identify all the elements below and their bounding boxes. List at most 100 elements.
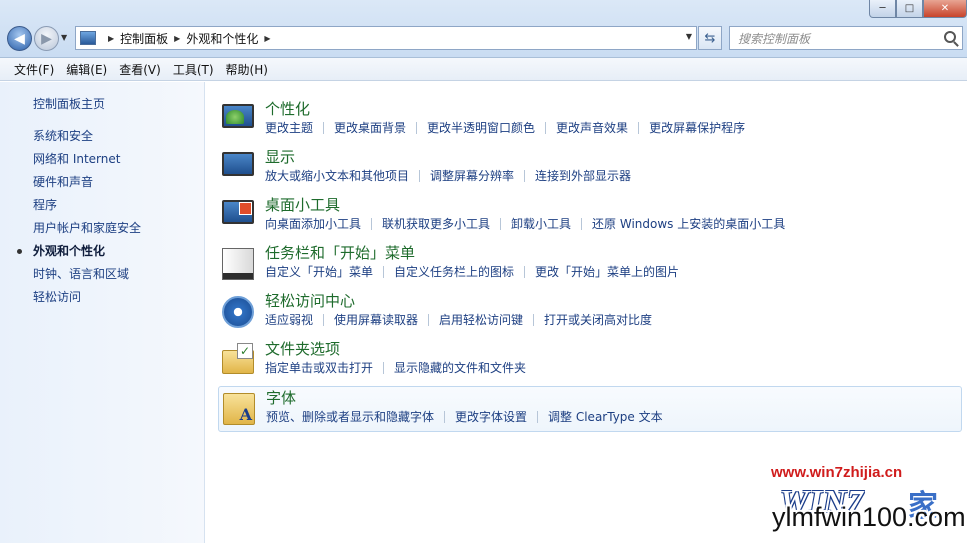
category-personalization: 个性化 更改主题 更改桌面背景 更改半透明窗口颜色 更改声音效果 更改屏幕保护程… [218, 98, 962, 144]
category-task-links: 放大或缩小文本和其他项目 调整屏幕分辨率 连接到外部显示器 [265, 167, 631, 184]
task-link[interactable]: 调整屏幕分辨率 [430, 167, 514, 184]
taskbar-start-menu-icon [222, 248, 254, 280]
task-link[interactable]: 更改半透明窗口颜色 [427, 119, 535, 136]
link-divider [371, 217, 373, 230]
link-divider [428, 313, 430, 326]
link-divider [383, 361, 385, 374]
breadcrumb-appearance[interactable]: 外观和个性化 [186, 30, 258, 47]
fonts-icon: A [223, 393, 255, 425]
search-icon[interactable] [944, 31, 956, 43]
checkmark-icon: ✓ [237, 343, 253, 359]
menu-bar: 文件(F) 编辑(E) 查看(V) 工具(T) 帮助(H) [0, 58, 967, 81]
link-divider [581, 217, 583, 230]
category-fonts[interactable]: A 字体 预览、删除或者显示和隐藏字体 更改字体设置 调整 ClearType … [218, 386, 962, 432]
category-title-link[interactable]: 个性化 [265, 98, 310, 119]
link-divider [533, 313, 535, 326]
control-panel-icon [80, 31, 96, 45]
refresh-icon: ⇆ [704, 30, 716, 46]
menu-file[interactable]: 文件(F) [14, 61, 54, 78]
task-link[interactable]: 卸载小工具 [511, 215, 571, 232]
task-link[interactable]: 指定单击或双击打开 [265, 359, 373, 376]
category-folder-options: ✓ 文件夹选项 指定单击或双击打开 显示隐藏的文件和文件夹 [218, 338, 962, 384]
category-task-links: 自定义「开始」菜单 自定义任务栏上的图标 更改「开始」菜单上的图片 [265, 263, 679, 280]
sidebar: 控制面板主页 系统和安全 网络和 Internet 硬件和声音 程序 用户帐户和… [0, 82, 205, 543]
link-divider [323, 313, 325, 326]
sidebar-category-list: 系统和安全 网络和 Internet 硬件和声音 程序 用户帐户和家庭安全 外观… [16, 128, 141, 312]
category-title-link[interactable]: 桌面小工具 [265, 194, 340, 215]
link-divider [524, 265, 526, 278]
task-link[interactable]: 更改桌面背景 [334, 119, 406, 136]
ease-of-access-icon [222, 296, 254, 328]
link-divider [537, 410, 539, 423]
sidebar-item-user-accounts[interactable]: 用户帐户和家庭安全 [33, 220, 141, 243]
link-divider [383, 265, 385, 278]
sidebar-item-hardware-sound[interactable]: 硬件和声音 [33, 174, 141, 197]
menu-view[interactable]: 查看(V) [119, 61, 161, 78]
search-input[interactable]: 搜索控制面板 [729, 26, 963, 50]
address-dropdown-icon[interactable]: ▼ [686, 32, 692, 41]
link-divider [323, 121, 325, 134]
sidebar-item-network[interactable]: 网络和 Internet [33, 151, 141, 174]
folder-options-icon: ✓ [222, 343, 254, 374]
sidebar-item-appearance[interactable]: 外观和个性化 [16, 243, 141, 266]
task-link[interactable]: 更改字体设置 [455, 408, 527, 425]
display-icon [222, 152, 254, 176]
task-link[interactable]: 预览、删除或者显示和隐藏字体 [266, 408, 434, 425]
back-button[interactable]: ◀ [7, 26, 32, 51]
sidebar-item-programs[interactable]: 程序 [33, 197, 141, 220]
category-display: 显示 放大或缩小文本和其他项目 调整屏幕分辨率 连接到外部显示器 [218, 146, 962, 192]
chevron-right-icon[interactable]: ▶ [174, 34, 180, 43]
refresh-button[interactable]: ⇆ [698, 26, 722, 50]
address-bar[interactable]: ▶ 控制面板 ▶ 外观和个性化 ▶ ▼ [75, 26, 697, 50]
task-link[interactable]: 打开或关闭高对比度 [544, 311, 652, 328]
sidebar-home-link[interactable]: 控制面板主页 [33, 95, 105, 112]
title-bar: ─ □ ✕ ◀ ▶ ▼ ▶ 控制面板 ▶ 外观和个性化 ▶ ▼ ⇆ 搜索控制面板 [0, 0, 967, 58]
task-link[interactable]: 使用屏幕读取器 [334, 311, 418, 328]
watermark-url: www.win7zhijia.cn [771, 464, 903, 481]
category-task-links: 指定单击或双击打开 显示隐藏的文件和文件夹 [265, 359, 526, 376]
menu-edit[interactable]: 编辑(E) [66, 61, 107, 78]
category-title-link[interactable]: 文件夹选项 [265, 338, 340, 359]
category-title-link[interactable]: 显示 [265, 146, 295, 167]
sidebar-item-system-security[interactable]: 系统和安全 [33, 128, 141, 151]
search-placeholder: 搜索控制面板 [738, 31, 811, 46]
arrow-left-icon: ◀ [14, 30, 25, 47]
task-link[interactable]: 放大或缩小文本和其他项目 [265, 167, 409, 184]
forward-button[interactable]: ▶ [34, 26, 59, 51]
category-title-link[interactable]: 任务栏和「开始」菜单 [265, 242, 415, 263]
menu-help[interactable]: 帮助(H) [226, 61, 268, 78]
task-link[interactable]: 适应弱视 [265, 311, 313, 328]
link-divider [419, 169, 421, 182]
chevron-right-icon[interactable]: ▶ [264, 34, 270, 43]
recent-pages-dropdown[interactable]: ▼ [61, 33, 67, 42]
task-link[interactable]: 更改主题 [265, 119, 313, 136]
task-link[interactable]: 启用轻松访问键 [439, 311, 523, 328]
link-divider [500, 217, 502, 230]
task-link[interactable]: 自定义任务栏上的图标 [394, 263, 514, 280]
task-link[interactable]: 自定义「开始」菜单 [265, 263, 373, 280]
menu-tools[interactable]: 工具(T) [173, 61, 214, 78]
task-link[interactable]: 显示隐藏的文件和文件夹 [394, 359, 526, 376]
breadcrumb-control-panel[interactable]: 控制面板 [120, 30, 168, 47]
task-link[interactable]: 联机获取更多小工具 [382, 215, 490, 232]
link-divider [638, 121, 640, 134]
task-link[interactable]: 更改「开始」菜单上的图片 [535, 263, 679, 280]
chevron-right-icon[interactable]: ▶ [108, 34, 114, 43]
category-title-link[interactable]: 轻松访问中心 [265, 290, 355, 311]
task-link[interactable]: 向桌面添加小工具 [265, 215, 361, 232]
category-taskbar-start-menu: 任务栏和「开始」菜单 自定义「开始」菜单 自定义任务栏上的图标 更改「开始」菜单… [218, 242, 962, 288]
task-link[interactable]: 调整 ClearType 文本 [548, 408, 663, 425]
task-link[interactable]: 还原 Windows 上安装的桌面小工具 [592, 215, 785, 232]
minimize-button[interactable]: ─ [869, 0, 896, 18]
maximize-button[interactable]: □ [896, 0, 923, 18]
desktop-gadgets-icon [222, 200, 254, 224]
task-link[interactable]: 连接到外部显示器 [535, 167, 631, 184]
category-task-links: 适应弱视 使用屏幕读取器 启用轻松访问键 打开或关闭高对比度 [265, 311, 652, 328]
sidebar-item-clock-region[interactable]: 时钟、语言和区域 [33, 266, 141, 289]
link-divider [545, 121, 547, 134]
category-title-link[interactable]: 字体 [266, 387, 296, 408]
sidebar-item-ease-of-access[interactable]: 轻松访问 [33, 289, 141, 312]
task-link[interactable]: 更改声音效果 [556, 119, 628, 136]
close-button[interactable]: ✕ [923, 0, 967, 18]
task-link[interactable]: 更改屏幕保护程序 [649, 119, 745, 136]
